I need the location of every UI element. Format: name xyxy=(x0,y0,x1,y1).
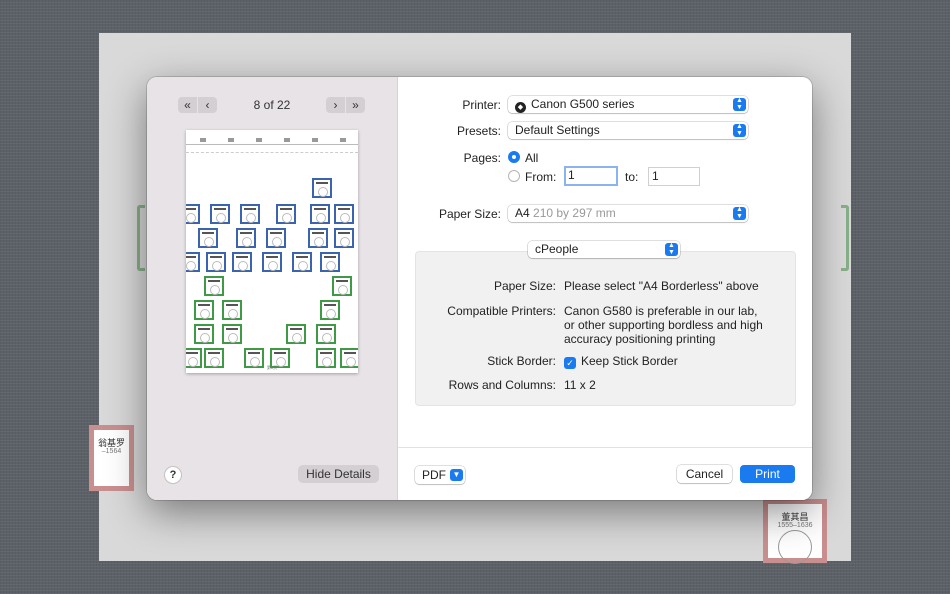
preview-card xyxy=(286,324,306,344)
preview-card xyxy=(222,300,242,320)
preview-card xyxy=(204,276,224,296)
page-indicator: 8 of 22 xyxy=(253,98,291,112)
preview-card xyxy=(194,324,214,344)
preview-card xyxy=(276,204,296,224)
previous-page-button[interactable]: ‹ xyxy=(198,97,217,113)
bottom-divider xyxy=(398,447,812,448)
rows-columns-label: Rows and Columns: xyxy=(448,378,556,392)
background-card-left: 翁基罗 –1564 xyxy=(89,425,134,491)
chevron-updown-icon: ▲ ▼ xyxy=(733,206,746,220)
printer-value: Canon G500 series xyxy=(531,97,635,111)
cancel-button[interactable]: Cancel xyxy=(677,465,732,483)
paper-size-detail: 210 by 297 mm xyxy=(533,206,616,220)
preview-card xyxy=(310,204,330,224)
preview-card xyxy=(240,204,260,224)
preview-card xyxy=(312,178,332,198)
hide-details-button[interactable]: Hide Details xyxy=(298,465,379,483)
preview-card xyxy=(194,300,214,320)
preview-footer: 第8页 xyxy=(266,365,278,370)
preview-card xyxy=(262,252,282,272)
printer-popup[interactable]: ◆ Canon G500 series ▲ ▼ xyxy=(508,96,748,113)
preview-card xyxy=(334,204,354,224)
info-paper-size-value: Please select "A4 Borderless" above xyxy=(564,279,759,293)
next-page-button[interactable]: › xyxy=(326,97,345,113)
compatible-printers-line3: accuracy positioning printing xyxy=(564,332,716,346)
preview-card xyxy=(334,228,354,248)
background-card-right: 董其昌 1555–1636 xyxy=(763,499,827,564)
preview-card xyxy=(232,252,252,272)
rows-columns-value: 11 x 2 xyxy=(564,378,596,392)
pages-label: Pages: xyxy=(463,151,501,165)
first-page-button[interactable]: « xyxy=(178,97,197,113)
presets-popup[interactable]: Default Settings ▲ ▼ xyxy=(508,122,748,139)
nav-back-group: « ‹ xyxy=(178,97,217,113)
help-button[interactable]: ? xyxy=(164,466,182,484)
preview-card xyxy=(186,204,200,224)
preview-card xyxy=(210,204,230,224)
app-options-box: Paper Size: Please select "A4 Borderless… xyxy=(415,251,796,406)
section-popup[interactable]: cPeople ▲ ▼ xyxy=(528,241,680,258)
preview-card xyxy=(320,252,340,272)
compatible-printers-line2: or other supporting bordless and high xyxy=(564,318,763,332)
preview-pane: « ‹ 8 of 22 › » 第8页 ? Hide Details xyxy=(147,77,398,500)
print-button[interactable]: Print xyxy=(740,465,795,483)
preview-card xyxy=(222,324,242,344)
chevron-down-icon: ▼ xyxy=(450,469,463,481)
card-edge-right xyxy=(841,205,849,271)
print-dialog: « ‹ 8 of 22 › » 第8页 ? Hide Details Print… xyxy=(147,77,812,500)
chevron-updown-icon: ▲ ▼ xyxy=(733,97,746,111)
compatible-printers-label: Compatible Printers: xyxy=(447,304,556,318)
preview-card xyxy=(266,228,286,248)
stick-border-value: Keep Stick Border xyxy=(581,354,678,368)
stick-border-checkbox[interactable]: ✓ Keep Stick Border xyxy=(564,354,678,369)
pdf-menu-button[interactable]: PDF ▼ xyxy=(415,466,465,484)
paper-size-value: A4 xyxy=(515,206,530,220)
section-popup-value: cPeople xyxy=(535,242,579,256)
pages-range-radio[interactable] xyxy=(508,170,520,182)
printer-label: Printer: xyxy=(462,98,501,112)
chevron-updown-icon: ▲ ▼ xyxy=(733,123,746,137)
card-edge-left xyxy=(137,205,145,271)
pages-from-field[interactable]: 1 xyxy=(564,166,618,186)
chevron-updown-icon: ▲ ▼ xyxy=(665,242,678,256)
last-page-button[interactable]: » xyxy=(346,97,365,113)
stick-border-label: Stick Border: xyxy=(487,354,556,368)
preview-card xyxy=(206,252,226,272)
compatible-printers-line1: Canon G580 is preferable in our lab, xyxy=(564,304,758,318)
preview-card xyxy=(236,228,256,248)
page-preview: 第8页 xyxy=(186,130,358,373)
pages-all-radio[interactable] xyxy=(508,151,520,163)
presets-value: Default Settings xyxy=(515,123,600,137)
nav-forward-group: › » xyxy=(326,97,365,113)
paper-size-popup[interactable]: A4 210 by 297 mm ▲ ▼ xyxy=(508,205,748,222)
portrait-circle xyxy=(778,530,812,564)
pages-to-field[interactable]: 1 xyxy=(648,167,700,186)
preview-card xyxy=(186,252,200,272)
preview-ruler xyxy=(186,138,358,145)
pages-all-label: All xyxy=(525,151,539,165)
card-dates: –1564 xyxy=(101,448,122,455)
preview-divider xyxy=(186,152,358,153)
preview-card xyxy=(316,324,336,344)
pdf-label: PDF xyxy=(422,468,446,482)
pages-to-label: to: xyxy=(625,170,639,184)
preview-card xyxy=(308,228,328,248)
printer-icon: ◆ xyxy=(515,102,526,113)
preview-card xyxy=(332,276,352,296)
checkmark-icon: ✓ xyxy=(564,357,576,369)
settings-pane: Printer: ◆ Canon G500 series ▲ ▼ Presets: … xyxy=(398,77,812,500)
pages-from-label: From: xyxy=(525,170,557,184)
info-paper-size-label: Paper Size: xyxy=(493,279,556,293)
preview-card xyxy=(292,252,312,272)
presets-label: Presets: xyxy=(456,124,501,138)
paper-size-label: Paper Size: xyxy=(438,207,501,221)
preview-card xyxy=(198,228,218,248)
card-dates: 1555–1636 xyxy=(777,522,813,529)
preview-card xyxy=(320,300,340,320)
